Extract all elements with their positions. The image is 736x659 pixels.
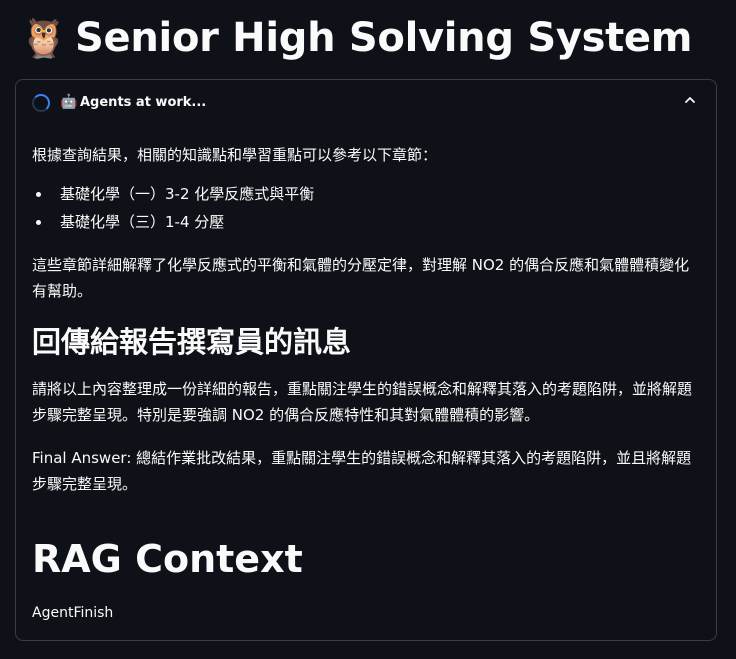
chapter-list: 基礎化學（一）3-2 化學反應式與平衡 基礎化學（三）1-4 分壓 xyxy=(32,180,314,236)
spinner-icon xyxy=(32,94,50,112)
intro-text: 根據查詢結果，相關的知識點和學習重點可以參考以下章節： xyxy=(32,146,438,164)
agents-expander: 🤖 Agents at work... 根據查詢結果，相關的知識點和學習重點可以… xyxy=(15,79,717,641)
list-item: 基礎化學（一）3-2 化學反應式與平衡 xyxy=(32,180,314,208)
rag-value: AgentFinish xyxy=(32,605,114,621)
section-heading: 回傳給報告撰寫員的訊息 xyxy=(32,325,352,359)
page-title-text: Senior High Solving System xyxy=(75,15,693,61)
robot-icon: 🤖 xyxy=(60,94,78,110)
explanation-text: 這些章節詳細解釋了化學反應式的平衡和氣體的分壓定律，對理解 NO2 的偶合反應和… xyxy=(32,256,690,300)
final-answer-text: Final Answer: 總結作業批改結果，重點關注學生的錯誤概念和解釋其落入… xyxy=(32,449,692,493)
owl-icon: 🦉 xyxy=(20,16,68,60)
list-item: 基礎化學（三）1-4 分壓 xyxy=(32,208,314,236)
chevron-up-icon[interactable] xyxy=(682,92,698,108)
expander-label: Agents at work... xyxy=(80,95,207,110)
message-text: 請將以上內容整理成一份詳細的報告，重點關注學生的錯誤概念和解釋其落入的考題陷阱，… xyxy=(32,380,693,424)
page-title: 🦉 Senior High Solving System xyxy=(20,10,692,66)
rag-heading: RAG Context xyxy=(32,537,303,581)
expander-header[interactable]: 🤖 Agents at work... xyxy=(16,80,716,126)
